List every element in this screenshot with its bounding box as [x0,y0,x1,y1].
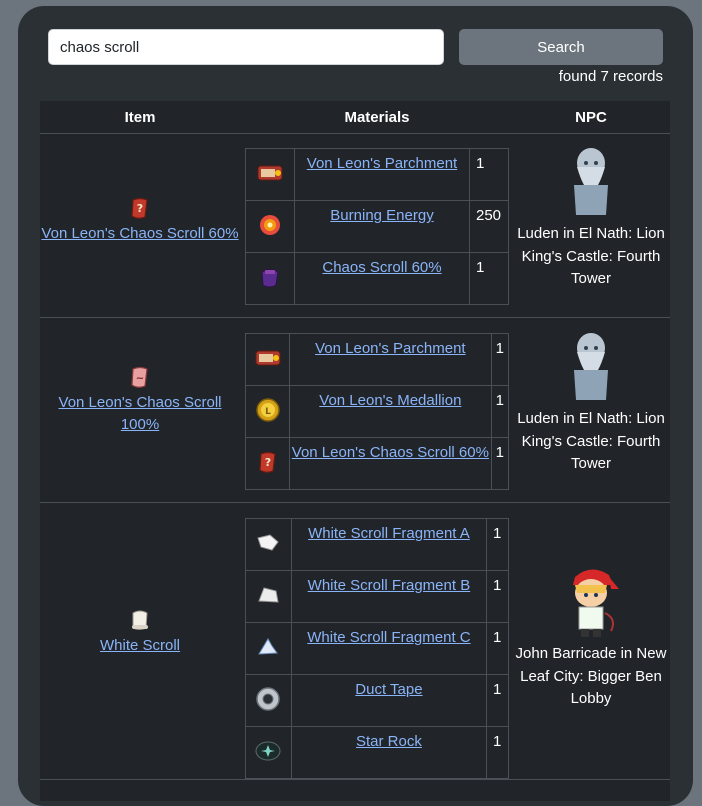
material-link[interactable]: White Scroll Fragment A [308,525,470,542]
results-table: Item Materials NPC ? Von Leon's Chaos Sc… [40,101,670,801]
material-link[interactable]: Von Leon's Chaos Scroll 60% [292,444,489,461]
item-link[interactable]: Von Leon's Chaos Scroll 60% [41,225,238,242]
item-cell: ~ Von Leon's Chaos Scroll 100% [40,364,240,436]
item-cell: White Scroll [40,607,240,657]
npc-cell: Luden in El Nath: Lion King's Castle: Fo… [512,145,670,291]
material-row: White Scroll Fragment C 1 [245,622,509,675]
material-qty: 1 [486,570,509,623]
material-row: Von Leon's Parchment 1 [244,333,510,386]
material-row: Von Leon's Parchment 1 [245,148,509,201]
material-row: Chaos Scroll 60% 1 [245,252,509,305]
burning-energy-icon [256,214,284,243]
material-link[interactable]: White Scroll Fragment B [308,577,471,594]
material-link[interactable]: Chaos Scroll 60% [322,259,441,276]
search-button[interactable]: Search [459,29,663,65]
material-row: Burning Energy 250 [245,200,509,253]
npc-cell: Luden in El Nath: Lion King's Castle: Fo… [512,330,670,476]
star-rock-icon [254,741,282,768]
parchment-icon [253,350,283,375]
material-qty: 1 [490,385,510,438]
table-row: White Scroll White Scroll Fragment A 1 W… [40,503,670,780]
materials-table: Von Leon's Parchment 1 L Von Leon's Meda… [244,333,510,490]
npc-location: Luden in El Nath: Lion King's Castle: Fo… [517,225,665,287]
materials-table: White Scroll Fragment A 1 White Scroll F… [245,518,509,779]
material-row: ? Von Leon's Chaos Scroll 60% 1 [244,437,510,490]
table-row: ? Von Leon's Chaos Scroll 60% Von Leon's… [40,133,670,318]
material-qty: 1 [469,252,509,305]
material-qty: 1 [490,437,510,490]
material-link[interactable]: Star Rock [356,733,422,750]
results-count: found 7 records [558,68,663,85]
luden-npc-icon [512,145,670,217]
item-cell: ? Von Leon's Chaos Scroll 60% [40,195,240,245]
material-qty: 1 [490,333,510,386]
svg-text:~: ~ [136,373,144,384]
material-row: L Von Leon's Medallion 1 [244,385,510,438]
materials-table: Von Leon's Parchment 1 Burning Energy 25… [245,148,509,305]
material-link[interactable]: Von Leon's Parchment [315,340,465,357]
material-row: Star Rock 1 [245,726,509,779]
material-link[interactable]: Duct Tape [355,681,422,698]
parchment-icon [255,165,285,190]
material-qty: 1 [486,726,509,779]
header-item: Item [124,109,156,126]
john-barricade-npc-icon [512,563,670,637]
material-qty: 1 [486,518,509,571]
fragment-a-icon [254,533,282,560]
pink-chaos-scroll-icon: ~ [40,364,240,390]
red-chaos-scroll-icon: ? [40,195,240,221]
red-chaos-scroll-icon: ? [255,451,281,479]
luden-npc-icon [512,330,670,402]
material-row: Duct Tape 1 [245,674,509,727]
npc-location: Luden in El Nath: Lion King's Castle: Fo… [517,410,665,472]
material-qty: 1 [486,674,509,727]
material-qty: 1 [469,148,509,201]
header-materials: Materials [344,109,410,126]
item-link[interactable]: White Scroll [100,637,180,654]
table-row: ~ Von Leon's Chaos Scroll 100% Von Leon'… [40,318,670,503]
svg-text:?: ? [264,456,270,469]
svg-text:L: L [265,407,271,417]
table-header: Item Materials NPC [40,101,670,134]
material-link[interactable]: White Scroll Fragment C [307,629,470,646]
duct-tape-icon [254,686,282,717]
white-scroll-icon [40,607,240,633]
npc-cell: John Barricade in New Leaf City: Bigger … [512,563,670,711]
search-input[interactable] [48,29,444,65]
svg-text:?: ? [137,202,143,215]
fragment-b-icon [254,586,282,612]
material-link[interactable]: Von Leon's Medallion [319,392,461,409]
medallion-icon: L [254,397,282,428]
fragment-c-icon [254,637,282,664]
material-link[interactable]: Burning Energy [330,207,433,224]
item-link[interactable]: Von Leon's Chaos Scroll 100% [59,394,222,433]
material-row: White Scroll Fragment B 1 [245,570,509,623]
material-link[interactable]: Von Leon's Parchment [307,155,457,172]
material-qty: 250 [469,200,509,253]
material-qty: 1 [486,622,509,675]
purple-scroll-icon [257,268,283,294]
material-row: White Scroll Fragment A 1 [245,518,509,571]
npc-location: John Barricade in New Leaf City: Bigger … [515,645,667,707]
header-npc: NPC [575,109,607,126]
